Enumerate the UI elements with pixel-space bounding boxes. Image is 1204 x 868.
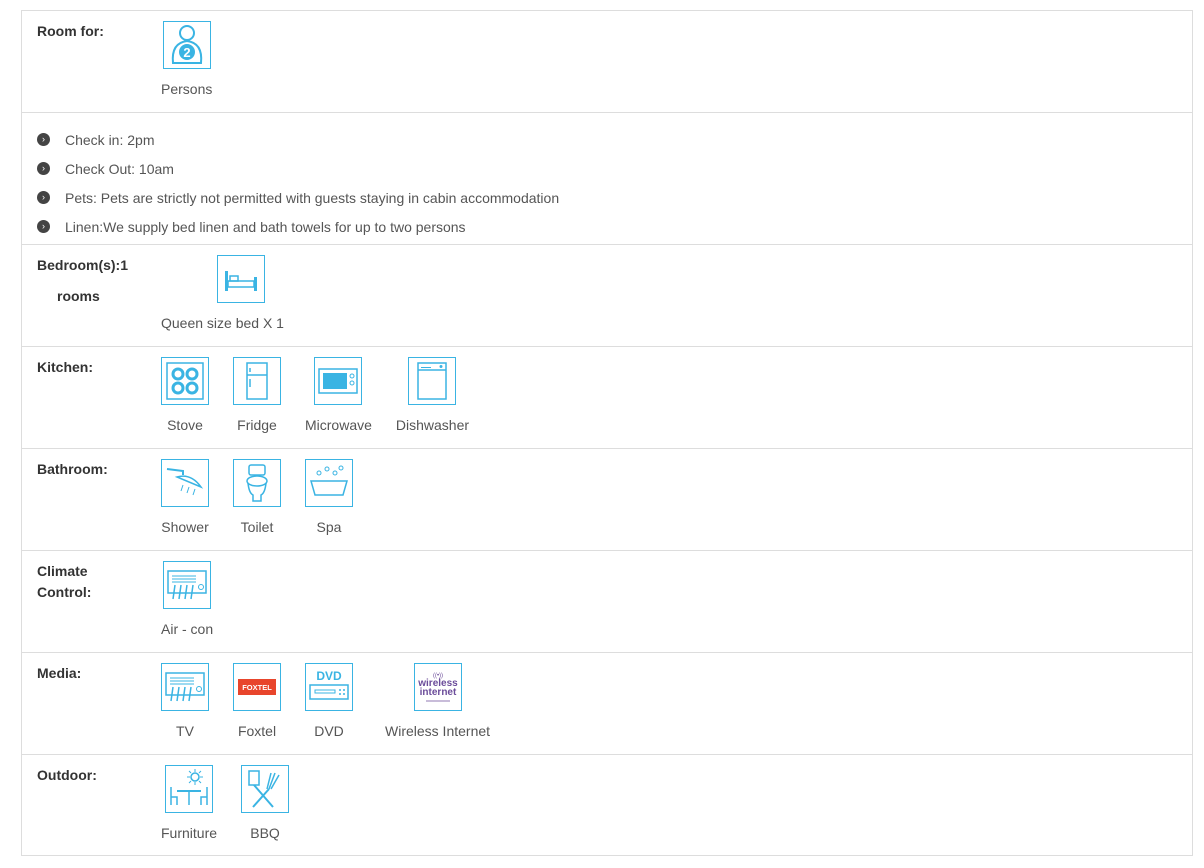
tv-item: TV xyxy=(161,663,209,739)
persons-count: 2 xyxy=(183,45,190,60)
wireless-internet-item: ((•)) wireless internet Wireless Interne… xyxy=(385,663,490,739)
climate-label: Climate Control: xyxy=(37,563,92,600)
wireless-internet-caption: Wireless Internet xyxy=(385,723,491,739)
toilet-icon xyxy=(233,459,281,507)
rules-row: › Check in: 2pm › Check Out: 10am › Pets: P… xyxy=(22,112,1192,244)
bed-item: Queen size bed X 1 xyxy=(161,255,284,331)
bbq-item: BBQ xyxy=(241,765,290,841)
bathroom-label: Bathroom: xyxy=(37,461,108,477)
persons-item: 2 Persons xyxy=(161,21,212,97)
stove-item: Stove xyxy=(161,357,209,433)
outdoor-furniture-icon xyxy=(165,765,214,813)
spa-icon xyxy=(305,459,353,507)
fridge-item: Fridge xyxy=(233,357,281,433)
spa-caption: Spa xyxy=(316,519,342,535)
toilet-caption: Toilet xyxy=(240,519,274,535)
shower-item: Shower xyxy=(161,459,209,535)
bed-icon xyxy=(216,255,265,303)
wireless-internet-icon: ((•)) wireless internet xyxy=(413,663,462,711)
dishwasher-icon xyxy=(408,357,457,405)
svg-text:DVD: DVD xyxy=(316,669,342,683)
shower-icon xyxy=(161,459,209,507)
bathroom-items: Shower Toilet Spa xyxy=(161,459,375,535)
list-item: › Check in: 2pm xyxy=(37,125,559,154)
kitchen-label: Kitchen: xyxy=(37,359,93,375)
bbq-icon xyxy=(241,765,290,813)
outdoor-label: Outdoor: xyxy=(37,767,97,783)
chevron-right-icon: › xyxy=(37,133,50,146)
fridge-caption: Fridge xyxy=(237,417,277,433)
chevron-right-icon: › xyxy=(37,162,50,175)
outdoor-row: Outdoor: Furniture BBQ xyxy=(22,754,1192,856)
persons-caption: Persons xyxy=(161,81,213,97)
outdoor-items: Furniture BBQ xyxy=(161,765,311,841)
amenities-table: Room for: 2 Persons › Check in: 2pm › Chec… xyxy=(21,10,1193,856)
foxtel-logo-icon: FOXTEL xyxy=(233,663,281,711)
foxtel-caption: Foxtel xyxy=(237,723,277,739)
spa-item: Spa xyxy=(305,459,353,535)
media-row: Media: TV FOXTEL Foxtel DVD DVD ((•)) wi… xyxy=(22,652,1192,754)
bbq-caption: BBQ xyxy=(250,825,280,841)
dvd-icon: DVD xyxy=(305,663,353,711)
list-item: › Check Out: 10am xyxy=(37,154,559,183)
air-con-item: Air - con xyxy=(161,561,213,637)
svg-text:internet: internet xyxy=(419,687,456,698)
tv-icon xyxy=(161,663,209,711)
bathroom-row: Bathroom: Shower Toilet Spa xyxy=(22,448,1192,550)
kitchen-row: Kitchen: Stove Fridge Microwave Dishwash… xyxy=(22,346,1192,448)
list-item: › Pets: Pets are strictly not permitted w… xyxy=(37,183,559,212)
foxtel-item: FOXTEL Foxtel xyxy=(233,663,281,739)
toilet-item: Toilet xyxy=(233,459,281,535)
dvd-item: DVD DVD xyxy=(305,663,353,739)
person-2-icon: 2 xyxy=(162,21,211,69)
fridge-icon xyxy=(233,357,281,405)
bedrooms-row: Bedroom(s):1 rooms Queen size bed X 1 xyxy=(22,244,1192,346)
room-for-row: Room for: 2 Persons xyxy=(22,10,1192,112)
shower-caption: Shower xyxy=(161,519,209,535)
dishwasher-item: Dishwasher xyxy=(396,357,469,433)
chevron-right-icon: › xyxy=(37,220,50,233)
furniture-caption: Furniture xyxy=(161,825,218,841)
room-for-items: 2 Persons xyxy=(161,21,234,97)
chevron-right-icon: › xyxy=(37,191,50,204)
tv-caption: TV xyxy=(176,723,194,739)
media-items: TV FOXTEL Foxtel DVD DVD ((•)) wireless … xyxy=(161,663,512,739)
stove-caption: Stove xyxy=(167,417,203,433)
dvd-caption: DVD xyxy=(314,723,344,739)
bed-caption: Queen size bed X 1 xyxy=(161,315,284,331)
svg-text:FOXTEL: FOXTEL xyxy=(242,683,272,692)
media-label: Media: xyxy=(37,665,82,681)
air-con-caption: Air - con xyxy=(161,621,214,637)
microwave-caption: Microwave xyxy=(305,417,372,433)
bedrooms-items: Queen size bed X 1 xyxy=(161,255,306,331)
kitchen-items: Stove Fridge Microwave Dishwasher xyxy=(161,357,491,433)
list-item: › Linen:We supply bed linen and bath towe… xyxy=(37,212,559,241)
climate-items: Air - con xyxy=(161,561,235,637)
air-con-icon xyxy=(163,561,212,609)
bedrooms-label: Bedroom(s):1 rooms xyxy=(37,257,129,304)
microwave-item: Microwave xyxy=(305,357,372,433)
microwave-icon xyxy=(314,357,363,405)
furniture-item: Furniture xyxy=(161,765,217,841)
dishwasher-caption: Dishwasher xyxy=(395,417,470,433)
rules-list: › Check in: 2pm › Check Out: 10am › Pets: P… xyxy=(37,125,559,241)
climate-row: Climate Control: Air - con xyxy=(22,550,1192,652)
stove-icon xyxy=(161,357,209,405)
room-for-label: Room for: xyxy=(37,23,104,39)
